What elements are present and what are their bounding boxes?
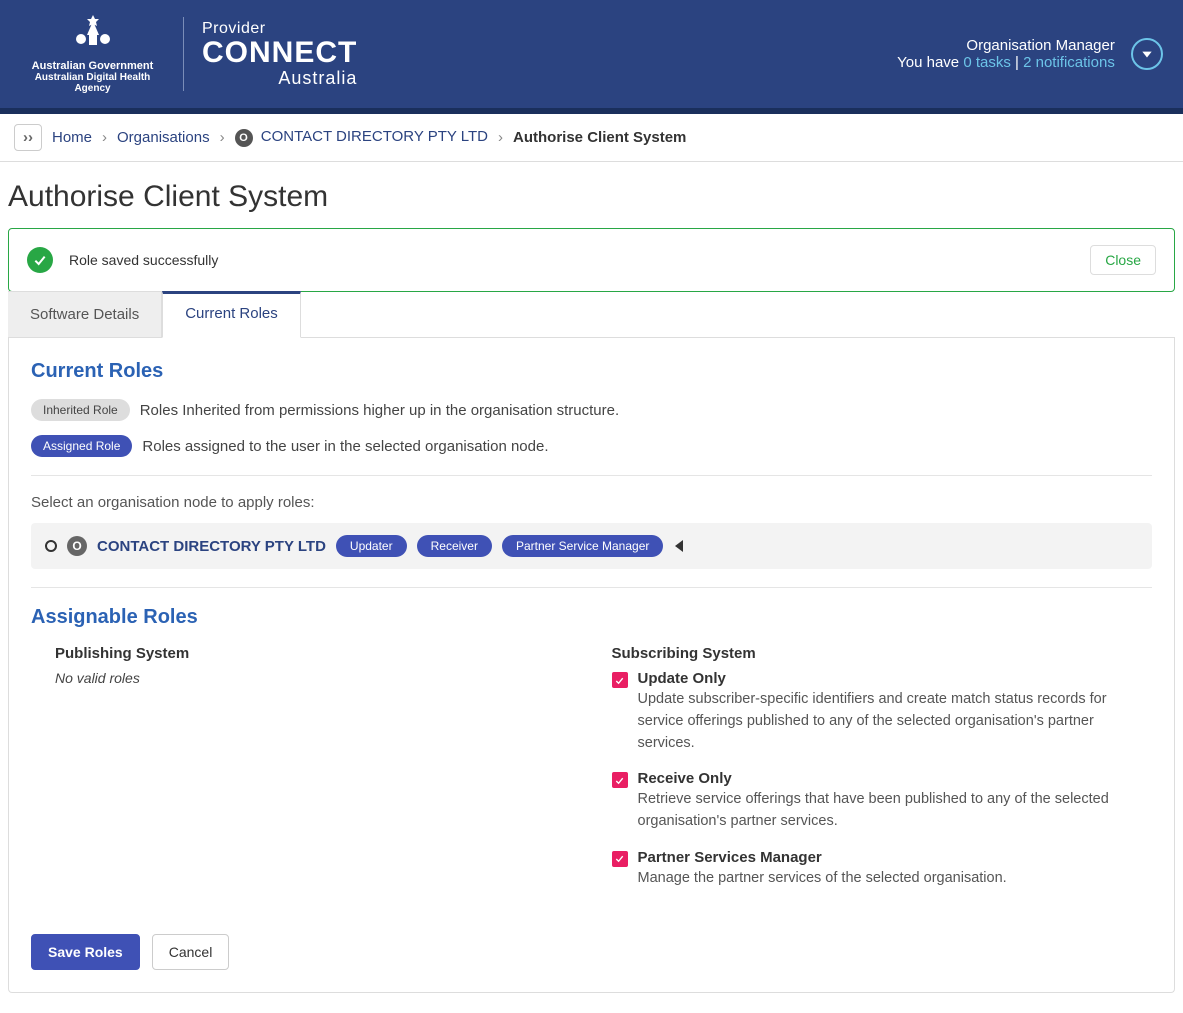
sep: |: [1011, 54, 1023, 71]
button-row: Save Roles Cancel: [31, 934, 1152, 970]
role-item-partner-services-manager: Partner Services Manager Manage the part…: [612, 849, 1153, 890]
breadcrumb: ›› Home › Organisations › O CONTACT DIRE…: [0, 114, 1183, 162]
legend-inherited: Inherited Role Roles Inherited from perm…: [31, 399, 1152, 421]
assigned-desc: Roles assigned to the user in the select…: [142, 438, 548, 455]
user-menu-dropdown[interactable]: [1131, 38, 1163, 70]
checkbox-partner-services-manager[interactable]: [612, 851, 628, 867]
success-alert: Role saved successfully Close: [8, 228, 1175, 292]
gov-line2: Australian Digital Health Agency: [20, 72, 165, 94]
node-name[interactable]: CONTACT DIRECTORY PTY LTD: [97, 538, 326, 555]
header-left: Australian Government Australian Digital…: [20, 15, 357, 94]
role-chip-partner: Partner Service Manager: [502, 535, 663, 557]
role-chip-updater: Updater: [336, 535, 407, 557]
checkbox-receive-only[interactable]: [612, 772, 628, 788]
notifications-link[interactable]: 2 notifications: [1023, 54, 1115, 71]
current-roles-title: Current Roles: [31, 360, 1152, 383]
divider: [31, 475, 1152, 476]
chevron-right-icon: ›: [102, 129, 107, 146]
role-name: Receive Only: [638, 770, 1153, 787]
tab-software-details[interactable]: Software Details: [8, 291, 162, 337]
crest-icon: [20, 15, 165, 58]
assigned-role-pill: Assigned Role: [31, 435, 132, 457]
breadcrumb-home[interactable]: Home: [52, 129, 92, 146]
node-badge-icon: O: [67, 536, 87, 556]
pca-logo: Provider CONNECT Australia: [202, 20, 357, 89]
role-desc: Manage the partner services of the selec…: [638, 868, 1007, 890]
legend-assigned: Assigned Role Roles assigned to the user…: [31, 435, 1152, 457]
tab-current-roles[interactable]: Current Roles: [162, 291, 301, 338]
gov-line1: Australian Government: [20, 60, 165, 72]
alert-message: Role saved successfully: [69, 252, 218, 268]
checkbox-update-only[interactable]: [612, 672, 628, 688]
role-item-update-only: Update Only Update subscriber-specific i…: [612, 670, 1153, 754]
inherited-desc: Roles Inherited from permissions higher …: [140, 402, 619, 419]
page-title: Authorise Client System: [8, 180, 1175, 214]
role-name: Partner Services Manager: [638, 849, 1007, 866]
app-header: Australian Government Australian Digital…: [0, 0, 1183, 108]
publishing-title: Publishing System: [55, 645, 572, 662]
check-circle-icon: [27, 247, 53, 273]
chevron-right-icon: ›: [220, 129, 225, 146]
breadcrumb-org-link[interactable]: CONTACT DIRECTORY PTY LTD: [261, 128, 488, 145]
org-node-row[interactable]: O CONTACT DIRECTORY PTY LTD Updater Rece…: [31, 523, 1152, 569]
breadcrumb-organisations[interactable]: Organisations: [117, 129, 210, 146]
tab-panel: Current Roles Inherited Role Roles Inher…: [8, 338, 1175, 993]
cancel-button[interactable]: Cancel: [152, 934, 230, 970]
pca-connect: CONNECT: [202, 38, 357, 68]
gov-logo: Australian Government Australian Digital…: [20, 15, 165, 94]
subscribing-title: Subscribing System: [612, 645, 1153, 662]
breadcrumb-current: Authorise Client System: [513, 129, 686, 146]
role-name: Update Only: [638, 670, 1153, 687]
instruction-text: Select an organisation node to apply rol…: [31, 494, 1152, 511]
divider: [31, 587, 1152, 588]
chevron-right-icon: ›: [498, 129, 503, 146]
you-have-text: You have: [897, 54, 963, 71]
chevron-down-icon: [1140, 47, 1154, 61]
subscribing-column: Subscribing System Update Only Update su…: [612, 645, 1153, 906]
user-role: Organisation Manager: [897, 37, 1115, 54]
caret-left-icon[interactable]: [675, 540, 683, 552]
no-valid-roles: No valid roles: [55, 670, 572, 686]
alert-close-button[interactable]: Close: [1090, 245, 1156, 275]
expand-breadcrumb-button[interactable]: ››: [14, 124, 42, 151]
tabs: Software Details Current Roles: [8, 291, 1175, 338]
assignable-roles-title: Assignable Roles: [31, 606, 1152, 629]
role-item-receive-only: Receive Only Retrieve service offerings …: [612, 770, 1153, 833]
header-right: Organisation Manager You have 0 tasks | …: [897, 37, 1163, 71]
pca-australia: Australia: [202, 68, 357, 89]
role-chip-receiver: Receiver: [417, 535, 492, 557]
radio-icon[interactable]: [45, 540, 57, 552]
org-badge-icon: O: [235, 129, 253, 147]
header-status: You have 0 tasks | 2 notifications: [897, 54, 1115, 71]
role-desc: Retrieve service offerings that have bee…: [638, 789, 1153, 833]
inherited-role-pill: Inherited Role: [31, 399, 130, 421]
pca-provider: Provider: [202, 20, 357, 38]
divider: [183, 17, 184, 91]
publishing-column: Publishing System No valid roles: [31, 645, 572, 906]
save-roles-button[interactable]: Save Roles: [31, 934, 140, 970]
role-desc: Update subscriber-specific identifiers a…: [638, 689, 1153, 754]
tasks-link[interactable]: 0 tasks: [963, 54, 1011, 71]
